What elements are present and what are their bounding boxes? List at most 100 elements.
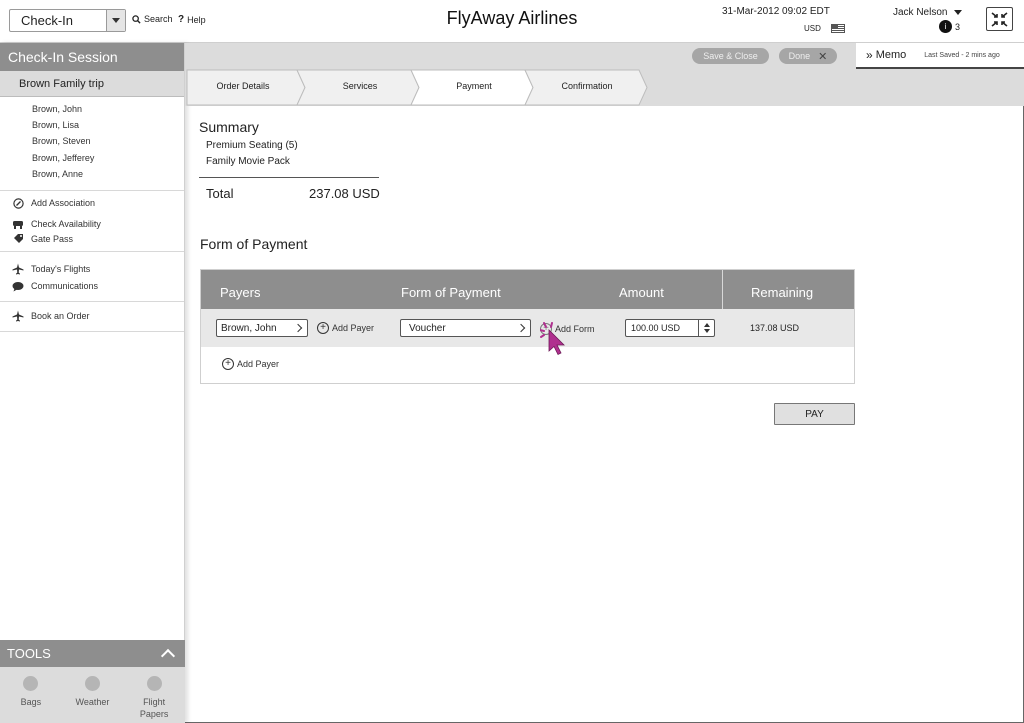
arrow-down-icon[interactable]	[703, 329, 710, 333]
sidebar-item-gate-pass[interactable]: Gate Pass	[12, 233, 184, 245]
memo-toggle[interactable]: » Memo	[866, 48, 906, 62]
sidebar-item-label: Check Availability	[31, 219, 101, 230]
step-confirmation[interactable]: Confirmation	[537, 81, 637, 91]
close-icon: ✕	[818, 50, 828, 63]
globe-icon: i	[939, 20, 952, 33]
airplane-icon	[12, 310, 24, 322]
column-header: Remaining	[751, 285, 814, 300]
sidebar-item-check-availability[interactable]: Check Availability	[12, 216, 184, 233]
user-name: Jack Nelson	[893, 7, 948, 18]
tools-title: TOOLS	[7, 646, 51, 661]
last-saved: Last Saved - 2 mins ago	[924, 51, 1000, 59]
form-of-payment-select[interactable]: Voucher	[400, 319, 531, 337]
flight-papers-icon	[146, 676, 162, 691]
tag-icon	[12, 233, 24, 245]
sidebar-item-label: Book an Order	[31, 311, 90, 322]
total-label: Total	[206, 186, 234, 201]
summary-title: Summary	[199, 119, 259, 135]
session-title: Check-In Session	[0, 43, 184, 71]
column-header: Payers	[220, 285, 261, 300]
search-icon	[132, 14, 141, 24]
amount-stepper[interactable]: 100.00 USD	[625, 319, 715, 337]
plus-circle-icon: +	[317, 322, 329, 334]
tool-label: Flight Papers	[139, 697, 169, 719]
sidebar-item-todays-flights[interactable]: Today's Flights	[12, 261, 184, 278]
spinner[interactable]	[698, 320, 714, 336]
payment-title: Form of Payment	[200, 236, 308, 252]
top-header: Check-In Search ? Help FlyAway Airlines …	[0, 0, 1024, 43]
sidebar-item-label: Gate Pass	[31, 233, 74, 244]
payer-select[interactable]: Brown, John	[216, 319, 308, 337]
pay-label: PAY	[805, 408, 824, 420]
tool-label: Weather	[75, 697, 110, 707]
sidebar-group-actions: Add Association Check Availability Gate …	[0, 191, 184, 252]
summary-item: Premium Seating (5)	[206, 140, 298, 151]
user-menu[interactable]: Jack Nelson	[893, 7, 963, 18]
sidebar-item-label: Communications	[31, 281, 99, 292]
help-link[interactable]: ? Help	[178, 14, 206, 25]
chevron-up-icon[interactable]	[160, 648, 176, 664]
sidebar-item-label: Today's Flights	[31, 264, 91, 275]
member-item[interactable]: Brown, Steven	[32, 133, 184, 149]
member-item[interactable]: Brown, Anne	[32, 166, 184, 182]
add-payer-label: Add Payer	[237, 359, 280, 369]
member-item[interactable]: Brown, John	[32, 101, 184, 117]
tools-panel: TOOLS Bags Weather Flight Papers	[0, 640, 185, 723]
sidebar-item-add-association[interactable]: Add Association	[12, 195, 184, 212]
weather-icon	[84, 676, 100, 691]
sidebar-item-label: Add Association	[31, 198, 96, 209]
done-button[interactable]: Done ✕	[779, 48, 837, 64]
help-label: Help	[187, 14, 206, 25]
pay-button[interactable]: PAY	[774, 403, 855, 425]
member-item[interactable]: Brown, Jefferey	[32, 150, 184, 166]
chat-bubble-icon	[12, 280, 24, 292]
link-icon	[12, 197, 24, 209]
search-label: Search	[144, 14, 173, 24]
total-value: 237.08 USD	[309, 186, 380, 201]
chevron-down-icon[interactable]	[106, 10, 125, 31]
datetime: 31-Mar-2012 09:02 EDT	[722, 6, 830, 17]
notifications[interactable]: i 3	[939, 20, 960, 33]
memo-area: » Memo Last Saved - 2 mins ago	[856, 43, 1024, 69]
amount-value: 100.00 USD	[631, 323, 681, 333]
mode-select-value: Check-In	[21, 13, 74, 28]
sidebar-group-booking: Book an Order	[0, 302, 184, 332]
tool-flight-papers[interactable]: Flight Papers	[129, 676, 179, 720]
step-order-details[interactable]: Order Details	[193, 81, 293, 91]
currency: USD	[804, 24, 821, 33]
step-tracker: Order Details Services Payment Confirmat…	[185, 69, 1024, 106]
search-link[interactable]: Search	[132, 14, 173, 24]
action-bar: Save & Close Done ✕ » Memo Last Saved - …	[185, 43, 1024, 69]
tool-list: Bags Weather Flight Papers	[0, 667, 185, 720]
form-value: Voucher	[409, 322, 446, 334]
payer-value: Brown, John	[221, 322, 277, 334]
add-payer-inline-link[interactable]: + Add Payer	[317, 322, 374, 334]
tools-header[interactable]: TOOLS	[0, 640, 185, 667]
trip-name[interactable]: Brown Family trip	[0, 71, 184, 97]
tool-bags[interactable]: Bags	[6, 676, 56, 720]
collapse-screen-button[interactable]	[986, 7, 1013, 31]
collapse-icon	[991, 11, 1008, 27]
add-payer-inline-label: Add Payer	[332, 323, 375, 333]
payment-table: Payers Form of Payment Amount Remaining …	[200, 269, 855, 384]
member-item[interactable]: Brown, Lisa	[32, 117, 184, 133]
summary-divider	[199, 177, 379, 178]
sidebar-group-flights: Today's Flights Communications	[0, 252, 184, 302]
step-payment[interactable]: Payment	[424, 81, 524, 91]
caret-down-icon	[954, 10, 963, 15]
notification-count: 3	[955, 21, 961, 32]
sidebar-item-communications[interactable]: Communications	[12, 278, 184, 295]
tool-weather[interactable]: Weather	[67, 676, 117, 720]
save-close-button[interactable]: Save & Close	[692, 48, 769, 64]
payment-table-header: Payers Form of Payment Amount Remaining	[201, 270, 854, 309]
add-payer-link[interactable]: + Add Payer	[222, 358, 279, 370]
plus-circle-icon: +	[222, 358, 234, 370]
column-header: Form of Payment	[401, 285, 501, 300]
sidebar-item-book-order[interactable]: Book an Order	[12, 308, 184, 325]
sidebar: Check-In Session Brown Family trip Brown…	[0, 43, 185, 723]
done-label: Done	[788, 51, 811, 61]
mode-select[interactable]: Check-In	[9, 9, 126, 32]
pointer-cursor-icon	[540, 322, 565, 356]
step-services[interactable]: Services	[310, 81, 410, 91]
arrow-up-icon[interactable]	[703, 323, 710, 327]
